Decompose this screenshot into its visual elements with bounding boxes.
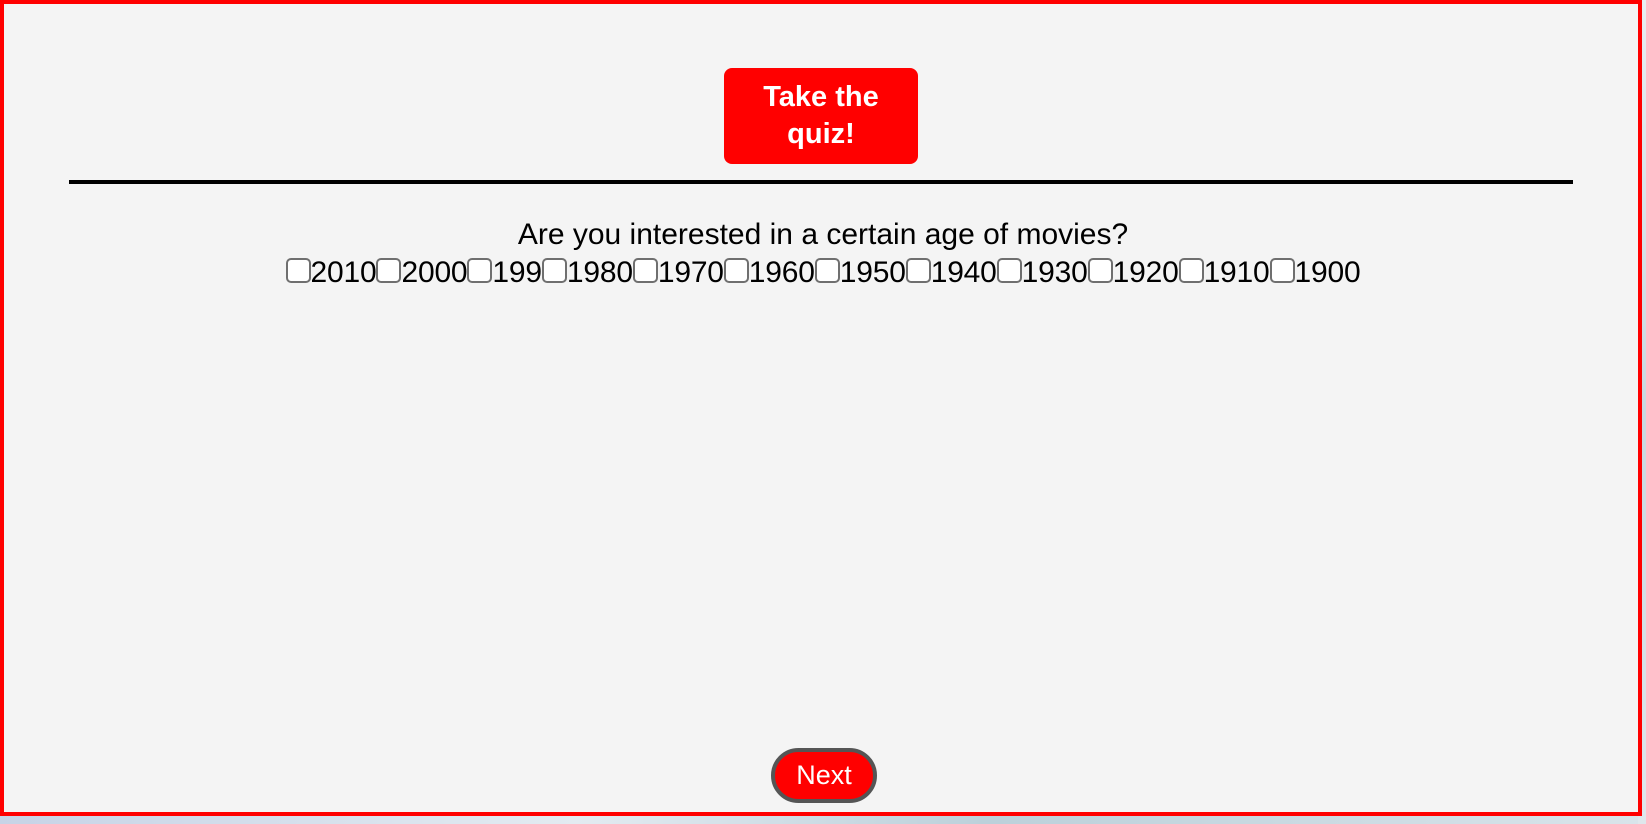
option-label: 1960 bbox=[748, 256, 815, 289]
option-1940[interactable]: 1940 bbox=[905, 255, 997, 291]
checkbox[interactable] bbox=[723, 257, 749, 283]
checkbox[interactable] bbox=[467, 257, 493, 283]
option-label: 2010 bbox=[310, 256, 377, 289]
option-label: 1900 bbox=[1294, 256, 1361, 289]
checkbox[interactable] bbox=[1087, 257, 1113, 283]
option-2010[interactable]: 2010 bbox=[285, 255, 377, 291]
option-label: 1980 bbox=[566, 256, 633, 289]
checkbox[interactable] bbox=[1178, 257, 1204, 283]
checkbox[interactable] bbox=[1269, 257, 1295, 283]
option-199[interactable]: 199 bbox=[467, 255, 542, 291]
option-label: 199 bbox=[492, 256, 542, 289]
quiz-frame: Take the quiz! Are you interested in a c… bbox=[0, 0, 1642, 816]
checkbox[interactable] bbox=[541, 257, 567, 283]
checkbox[interactable] bbox=[814, 257, 840, 283]
option-label: 1920 bbox=[1112, 256, 1179, 289]
option-label: 1910 bbox=[1203, 256, 1270, 289]
option-1930[interactable]: 1930 bbox=[996, 255, 1088, 291]
checkbox[interactable] bbox=[905, 257, 931, 283]
next-button[interactable]: Next bbox=[771, 748, 877, 803]
checkbox[interactable] bbox=[376, 257, 402, 283]
option-1920[interactable]: 1920 bbox=[1087, 255, 1179, 291]
option-label: 1950 bbox=[839, 256, 906, 289]
option-1900[interactable]: 1900 bbox=[1269, 255, 1361, 291]
option-1960[interactable]: 1960 bbox=[723, 255, 815, 291]
option-label: 2000 bbox=[401, 256, 468, 289]
option-label: 1930 bbox=[1021, 256, 1088, 289]
option-1970[interactable]: 1970 bbox=[632, 255, 724, 291]
option-label: 1970 bbox=[657, 256, 724, 289]
option-2000[interactable]: 2000 bbox=[376, 255, 468, 291]
option-1980[interactable]: 1980 bbox=[541, 255, 633, 291]
option-label: 1940 bbox=[930, 256, 997, 289]
option-1950[interactable]: 1950 bbox=[814, 255, 906, 291]
take-quiz-button[interactable]: Take the quiz! bbox=[724, 68, 918, 164]
checkbox[interactable] bbox=[285, 257, 311, 283]
decade-options: 2010 2000 199 1980 1970 1960 1950 1940 1… bbox=[4, 255, 1642, 291]
question-text: Are you interested in a certain age of m… bbox=[517, 218, 1129, 251]
divider bbox=[69, 180, 1573, 184]
checkbox[interactable] bbox=[996, 257, 1022, 283]
checkbox[interactable] bbox=[632, 257, 658, 283]
option-1910[interactable]: 1910 bbox=[1178, 255, 1270, 291]
